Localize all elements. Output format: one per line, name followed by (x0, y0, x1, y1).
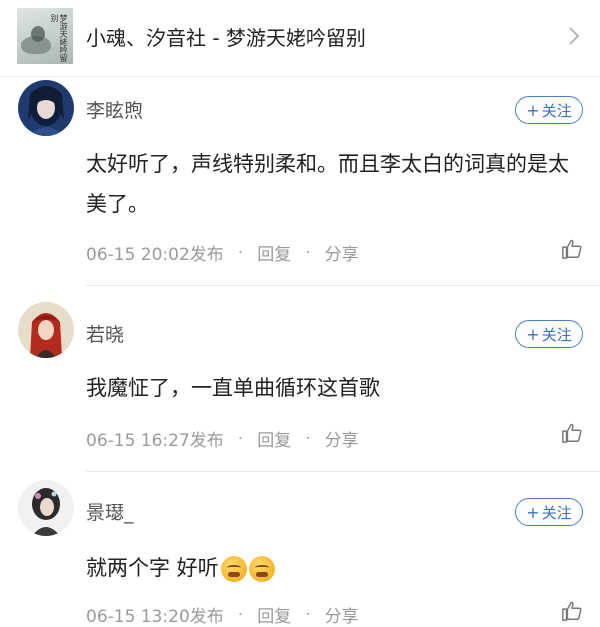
comment-meta: 06-15 13:20发布 · 回复 · 分享 (86, 602, 359, 627)
grimace-emoji-icon (248, 556, 275, 582)
follow-label: 关注 (541, 503, 572, 522)
cover-title-text: 梦游天姥吟留别 (50, 14, 68, 62)
song-cover-image: 梦游天姥吟留别 (17, 8, 73, 64)
plus-icon: + (526, 324, 540, 344)
follow-label: 关注 (541, 325, 572, 344)
thumbs-up-icon[interactable] (561, 422, 583, 444)
chevron-right-icon[interactable] (566, 24, 582, 48)
comment-text: 就两个字 好听 (86, 556, 219, 580)
follow-button[interactable]: + 关注 (515, 96, 583, 124)
comment-time: 06-15 13:20发布 (86, 607, 224, 627)
follow-label: 关注 (541, 101, 572, 120)
separator-dot: · (237, 242, 244, 263)
reply-button[interactable]: 回复 (257, 602, 291, 627)
cover-figure-art (31, 26, 45, 42)
plus-icon: + (526, 502, 540, 522)
comment-text: 我魔怔了，一直单曲循环这首歌 (86, 376, 380, 400)
song-header[interactable]: 梦游天姥吟留别 小魂、汐音社 - 梦游天姥吟留别 (0, 0, 600, 77)
avatar[interactable] (18, 80, 74, 136)
plus-icon: + (526, 100, 540, 120)
song-title[interactable]: 小魂、汐音社 - 梦游天姥吟留别 (86, 22, 366, 51)
separator-dot: · (305, 604, 311, 625)
comment-item: 李眩煦 + 关注 太好听了，声线特别柔和。而且李太白的词真的是太美了。 06-1… (0, 76, 600, 286)
username[interactable]: 景璱_ (86, 498, 134, 525)
username[interactable]: 李眩煦 (86, 96, 143, 123)
follow-button[interactable]: + 关注 (515, 498, 583, 526)
separator-dot: · (237, 428, 244, 449)
grimace-emoji-icon (220, 556, 247, 582)
share-button[interactable]: 分享 (325, 240, 359, 265)
comment-item: 若晓 + 关注 我魔怔了，一直单曲循环这首歌 06-15 16:27发布 · 回… (0, 286, 600, 472)
share-button[interactable]: 分享 (325, 426, 359, 451)
comment-item: 景璱_ + 关注 就两个字 好听 06-15 13:20发布 · 回复 · 分享 (0, 472, 600, 627)
separator-dot: · (305, 428, 311, 449)
comment-time: 06-15 20:02发布 (86, 245, 224, 265)
username[interactable]: 若晓 (86, 320, 124, 347)
comment-time: 06-15 16:27发布 (86, 431, 224, 451)
avatar[interactable] (18, 480, 74, 536)
comment-text: 太好听了，声线特别柔和。而且李太白的词真的是太美了。 (86, 152, 569, 216)
separator-dot: · (305, 242, 311, 263)
comment-meta: 06-15 20:02发布 · 回复 · 分享 (86, 240, 359, 266)
share-button[interactable]: 分享 (325, 602, 359, 627)
reply-button[interactable]: 回复 (257, 426, 291, 451)
thumbs-up-icon[interactable] (561, 600, 583, 622)
thumbs-up-icon[interactable] (561, 238, 583, 260)
comment-meta: 06-15 16:27发布 · 回复 · 分享 (86, 426, 359, 452)
follow-button[interactable]: + 关注 (515, 320, 583, 348)
separator-dot: · (237, 604, 244, 625)
avatar[interactable] (18, 302, 74, 358)
reply-button[interactable]: 回复 (257, 240, 291, 265)
comment-text-row: 就两个字 好听 (86, 548, 586, 588)
